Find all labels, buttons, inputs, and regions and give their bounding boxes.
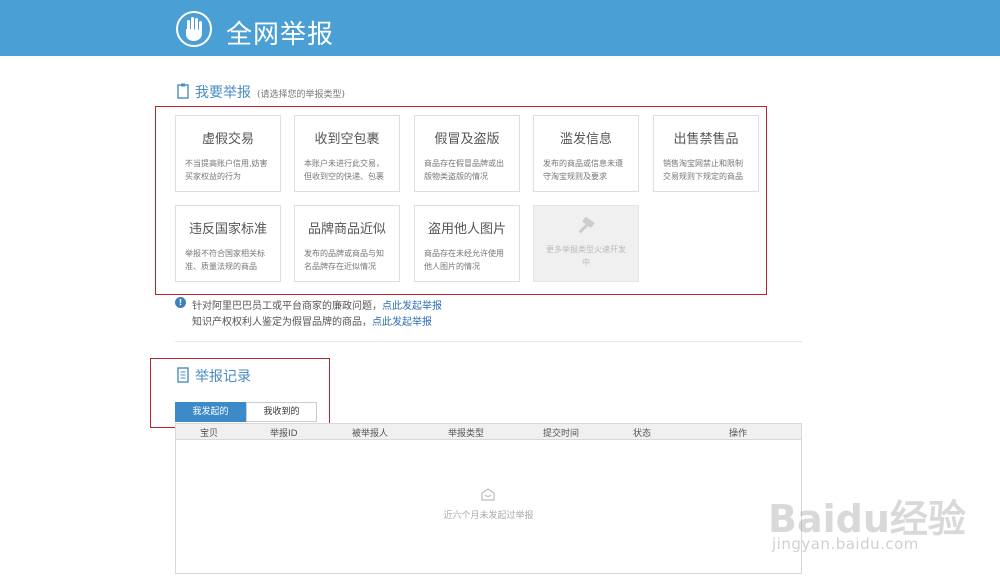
category-card-title: 盗用他人图片	[427, 222, 506, 237]
records-table-header: 宝贝 举报ID 被举报人 举报类型 提交时间 状态 操作	[175, 423, 802, 440]
report-section-hint: (请选择您的举报类型)	[257, 90, 346, 100]
category-card-desc: 销售淘宝网禁止和限制交易规则下规定的商品	[663, 159, 743, 181]
category-card-image-theft[interactable]: 盗用他人图片 商品存在未经允许使用他人图片的情况	[414, 205, 520, 282]
category-card-title: 收到空包裹	[314, 132, 380, 147]
category-card-desc: 发布的商品或信息未遵守淘宝规则及要求	[543, 159, 623, 181]
category-card-title: 违反国家标准	[188, 222, 267, 237]
records-table-body: 近六个月未发起过举报	[175, 440, 802, 574]
category-card-desc: 本账户未进行此交易，但收到空的快递、包裹	[304, 159, 384, 181]
notice-text: 知识产权权利人鉴定为假冒品牌的商品，	[192, 317, 372, 328]
report-section-title-text: 我要举报	[195, 85, 251, 101]
category-card-title: 出售禁售品	[673, 132, 739, 147]
empty-state-text: 近六个月未发起过举报	[443, 511, 534, 521]
hand-logo-icon	[176, 11, 212, 47]
tab-received[interactable]: 我收到的	[246, 402, 317, 422]
category-card-title: 假冒及盗版	[434, 132, 500, 147]
section-divider	[175, 341, 802, 342]
category-card-desc: 不当提高账户信用,妨害买家权益的行为	[185, 159, 268, 181]
column-header-item: 宝贝	[200, 429, 219, 439]
category-card-empty-parcel[interactable]: 收到空包裹 本账户未进行此交易，但收到空的快递、包裹	[294, 115, 400, 192]
category-card-desc: 举报不符合国家相关标准、质量法规的商品	[185, 249, 265, 271]
category-card-title: 品牌商品近似	[307, 222, 386, 237]
column-header-report-id: 举报ID	[270, 429, 298, 439]
column-header-report-type: 举报类型	[448, 429, 485, 439]
category-card-spam-info[interactable]: 滥发信息 发布的商品或信息未遵守淘宝规则及要求	[533, 115, 639, 192]
notice-line-1: 针对阿里巴巴员工或平台商家的廉政问题，点此发起举报	[192, 297, 442, 312]
report-section-title: 我要举报 (请选择您的举报类型)	[195, 82, 345, 102]
tab-initiated[interactable]: 我发起的	[175, 402, 246, 422]
notice-line-2: 知识产权权利人鉴定为假冒品牌的商品，点此发起举报	[192, 313, 432, 328]
category-card-counterfeit[interactable]: 假冒及盗版 商品存在假冒品牌或出版物类盗版的情况	[414, 115, 520, 192]
document-icon	[177, 367, 189, 383]
clipboard-icon	[177, 83, 189, 99]
category-card-prohibited[interactable]: 出售禁售品 销售淘宝网禁止和限制交易规则下规定的商品	[653, 115, 759, 192]
hammer-icon	[579, 217, 595, 233]
category-card-desc: 发布的品牌或商品与知名品牌存在近似情况	[304, 249, 384, 271]
category-card-more: 更多举报类型火速开发中	[533, 205, 639, 282]
category-card-title: 滥发信息	[559, 132, 612, 147]
column-header-submit-time: 提交时间	[543, 429, 580, 439]
records-section-title: 举报记录	[195, 369, 251, 385]
category-card-national-standard[interactable]: 违反国家标准 举报不符合国家相关标准、质量法规的商品	[175, 205, 281, 282]
category-card-brand-similar[interactable]: 品牌商品近似 发布的品牌或商品与知名品牌存在近似情况	[294, 205, 400, 282]
top-header: 全网举报	[0, 0, 1000, 56]
notice-link-integrity[interactable]: 点此发起举报	[382, 301, 442, 312]
category-card-fake-trade[interactable]: 虚假交易 不当提高账户信用,妨害买家权益的行为	[175, 115, 281, 192]
category-card-title: 虚假交易	[201, 132, 254, 147]
baidu-watermark-url: jingyan.baidu.com	[772, 535, 919, 553]
category-card-desc: 商品存在假冒品牌或出版物类盗版的情况	[424, 159, 504, 181]
notice-text: 针对阿里巴巴员工或平台商家的廉政问题，	[192, 301, 382, 312]
category-card-desc: 商品存在未经允许使用他人图片的情况	[424, 249, 504, 271]
notice-link-ip[interactable]: 点此发起举报	[372, 317, 432, 328]
page-title: 全网举报	[226, 20, 335, 50]
more-card-desc: 更多举报类型火速开发中	[546, 245, 626, 267]
column-header-status: 状态	[633, 429, 652, 439]
column-header-reported-user: 被举报人	[352, 429, 389, 439]
info-icon: !	[175, 297, 186, 308]
empty-state-icon	[481, 488, 495, 501]
column-header-actions: 操作	[729, 429, 748, 439]
